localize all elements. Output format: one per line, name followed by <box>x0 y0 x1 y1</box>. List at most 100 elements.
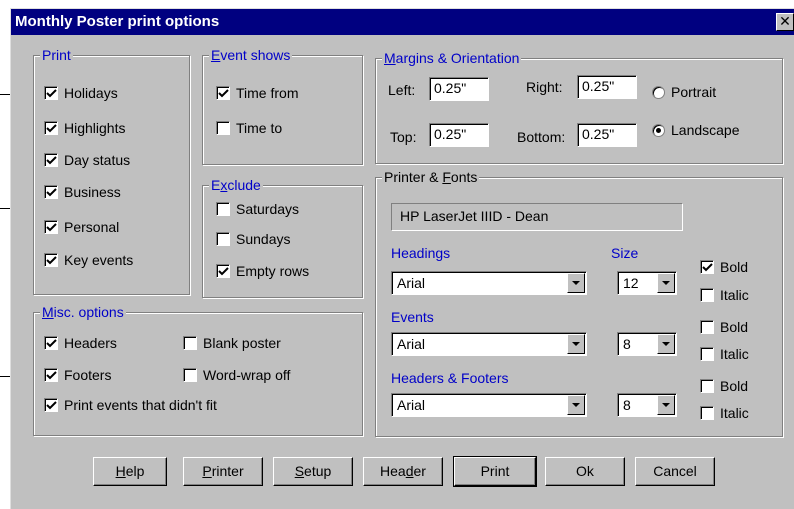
checkbox-time-to[interactable]: Time to <box>216 120 282 136</box>
checkbox-personal[interactable]: Personal <box>44 219 119 235</box>
checkbox-headers-footers-italic[interactable]: Italic <box>700 405 749 421</box>
chevron-down-icon[interactable] <box>657 334 675 354</box>
printer-fonts-legend: Printer & Fonts <box>382 169 480 185</box>
checkbox-label: Business <box>64 184 121 200</box>
margins-orientation-legend: Margins & Orientation <box>382 50 522 66</box>
checkbox-label: Bold <box>720 319 749 335</box>
checkbox-day-status[interactable]: Day status <box>44 152 130 168</box>
headers-footers-size-select[interactable]: 8 <box>617 393 677 417</box>
headings-font-select[interactable]: Arial <box>391 271 587 295</box>
radio-landscape[interactable]: Landscape <box>652 122 740 138</box>
checkbox-label: Holidays <box>64 85 118 101</box>
checkbox-label: Saturdays <box>236 201 300 217</box>
radio-label: Landscape <box>671 122 740 138</box>
chevron-down-icon[interactable] <box>657 395 675 415</box>
events-size-select[interactable]: 8 <box>617 332 677 356</box>
print-group-legend: Print <box>40 47 73 63</box>
headers-footers-label: Headers & Footers <box>391 370 509 386</box>
right-margin-input[interactable]: 0.25" <box>577 75 637 99</box>
checkbox-sundays[interactable]: Sundays <box>216 231 290 247</box>
size-label: Size <box>611 245 639 261</box>
checkbox-headers[interactable]: Headers <box>44 335 117 351</box>
misc-options-legend: Misc. options <box>40 304 126 320</box>
radio-unselected-icon <box>652 85 665 99</box>
printer-name-display: HP LaserJet IIID - Dean <box>391 203 683 231</box>
checkbox-checked-icon <box>44 368 58 382</box>
bottom-margin-label: Bottom: <box>517 129 566 145</box>
checkbox-checked-icon <box>216 264 230 278</box>
event-shows-group: Event shows <box>202 47 363 165</box>
headers-footers-font-select[interactable]: Arial <box>391 393 587 417</box>
checkbox-holidays[interactable]: Holidays <box>44 85 118 101</box>
checkbox-events-bold[interactable]: Bold <box>700 319 748 335</box>
ok-button[interactable]: Ok <box>545 457 625 486</box>
checkbox-checked-icon <box>700 260 714 274</box>
checkbox-checked-icon <box>44 185 58 199</box>
checkbox-unchecked-icon <box>700 320 714 334</box>
checkbox-checked-icon <box>44 153 58 167</box>
events-size-value: 8 <box>623 336 631 352</box>
bottom-margin-input[interactable]: 0.25" <box>577 123 637 147</box>
close-button[interactable]: ✕ <box>776 13 794 31</box>
checkbox-headers-footers-bold[interactable]: Bold <box>700 378 748 394</box>
checkbox-empty-rows[interactable]: Empty rows <box>216 263 309 279</box>
checkbox-label: Time from <box>236 85 299 101</box>
checkbox-saturdays[interactable]: Saturdays <box>216 201 299 217</box>
checkbox-checked-icon <box>216 86 230 100</box>
checkbox-headings-bold[interactable]: Bold <box>700 259 748 275</box>
headings-size-select[interactable]: 12 <box>617 271 677 295</box>
left-margin-label: Left: <box>388 82 416 98</box>
checkbox-key-events[interactable]: Key events <box>44 252 133 268</box>
checkbox-headings-italic[interactable]: Italic <box>700 287 749 303</box>
chevron-down-icon[interactable] <box>567 395 585 415</box>
checkbox-checked-icon <box>44 86 58 100</box>
checkbox-label: Key events <box>64 252 134 268</box>
checkbox-word-wrap-off[interactable]: Word-wrap off <box>183 367 290 383</box>
headings-size-value: 12 <box>623 275 639 291</box>
chevron-down-icon[interactable] <box>657 273 675 293</box>
checkbox-label: Print events that didn't fit <box>64 397 217 413</box>
checkbox-unchecked-icon <box>700 406 714 420</box>
top-margin-label: Top: <box>390 129 417 145</box>
chevron-down-icon[interactable] <box>567 334 585 354</box>
left-margin-input[interactable]: 0.25" <box>429 77 489 101</box>
checkbox-unchecked-icon <box>700 379 714 393</box>
radio-portrait[interactable]: Portrait <box>652 84 716 100</box>
close-icon: ✕ <box>779 13 791 29</box>
setup-button[interactable]: Setup <box>273 457 353 486</box>
checkbox-business[interactable]: Business <box>44 184 121 200</box>
top-margin-input[interactable]: 0.25" <box>429 123 489 147</box>
checkbox-unchecked-icon <box>183 368 197 382</box>
checkbox-label: Personal <box>64 219 120 235</box>
checkbox-unchecked-icon <box>700 347 714 361</box>
chevron-down-icon[interactable] <box>567 273 585 293</box>
event-shows-legend: Event shows <box>209 47 293 63</box>
margins-orientation-group: Margins & Orientation <box>375 50 783 164</box>
headings-label: Headings <box>391 245 451 261</box>
checkbox-blank-poster[interactable]: Blank poster <box>183 335 281 351</box>
checkbox-label: Bold <box>720 259 749 275</box>
checkbox-print-events-didnt-fit[interactable]: Print events that didn't fit <box>44 397 217 413</box>
checkbox-time-from[interactable]: Time from <box>216 85 298 101</box>
checkbox-label: Time to <box>236 120 283 136</box>
checkbox-label: Bold <box>720 378 749 394</box>
checkbox-label: Italic <box>720 405 749 421</box>
checkbox-unchecked-icon <box>216 121 230 135</box>
events-font-value: Arial <box>397 336 426 352</box>
events-font-select[interactable]: Arial <box>391 332 587 356</box>
cancel-button[interactable]: Cancel <box>635 457 715 486</box>
help-button[interactable]: Help <box>93 457 167 486</box>
checkbox-checked-icon <box>44 121 58 135</box>
header-button[interactable]: Header <box>363 457 443 486</box>
checkbox-label: Word-wrap off <box>203 367 291 383</box>
print-options-dialog: Monthly Poster print options ✕ Print Eve… <box>10 8 794 509</box>
checkbox-highlights[interactable]: Highlights <box>44 120 125 136</box>
checkbox-unchecked-icon <box>216 202 230 216</box>
checkbox-footers[interactable]: Footers <box>44 367 111 383</box>
checkbox-events-italic[interactable]: Italic <box>700 346 749 362</box>
checkbox-label: Blank poster <box>203 335 281 351</box>
print-button[interactable]: Print <box>453 456 537 487</box>
checkbox-label: Headers <box>64 335 117 351</box>
printer-button[interactable]: Printer <box>183 457 263 486</box>
headers-footers-size-value: 8 <box>623 397 631 413</box>
